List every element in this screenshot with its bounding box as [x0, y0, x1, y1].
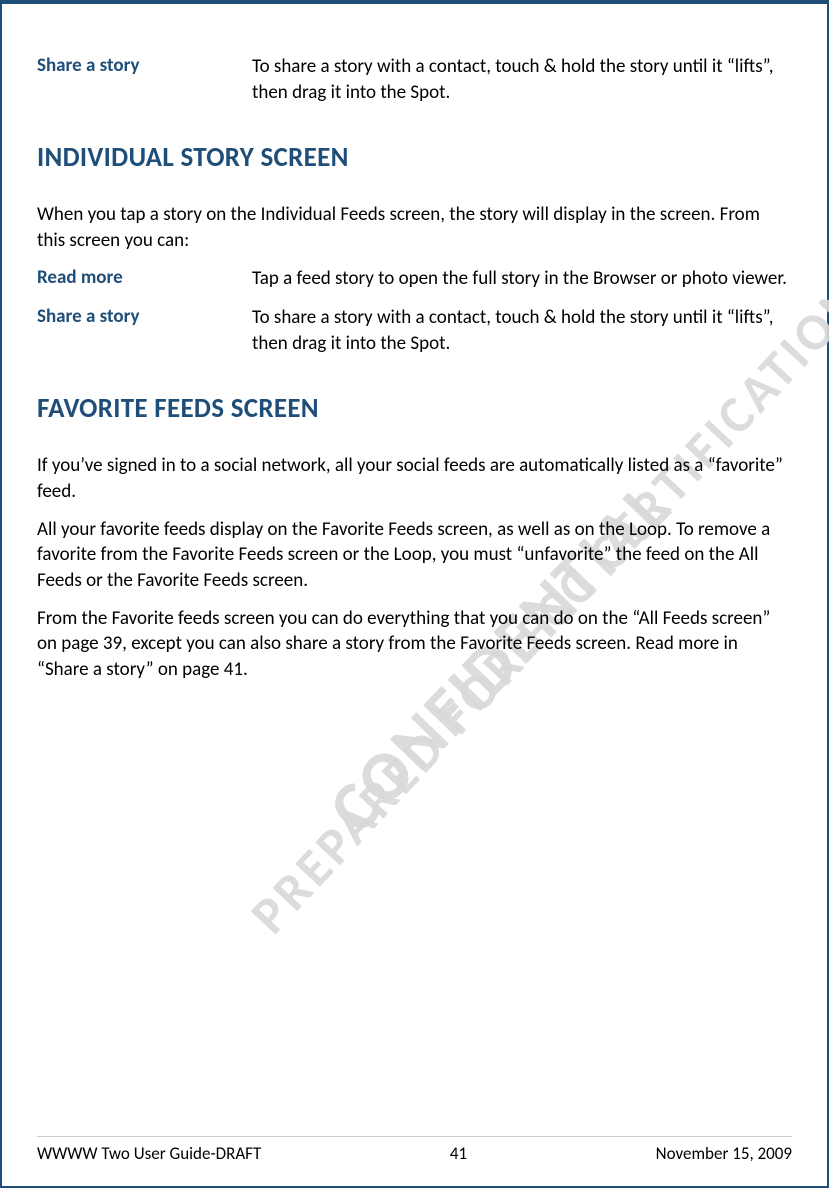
footer-page-number: 41: [450, 1143, 467, 1164]
definition-description: To share a story with a contact, touch &…: [252, 305, 792, 356]
definition-row: Read more Tap a feed story to open the f…: [37, 266, 792, 292]
definition-row: Share a story To share a story with a co…: [37, 54, 792, 105]
definition-term: Read more: [37, 266, 252, 292]
definition-description: To share a story with a contact, touch &…: [252, 54, 792, 105]
paragraph: If you’ve signed in to a social network,…: [37, 453, 792, 504]
definition-description: Tap a feed story to open the full story …: [252, 266, 792, 292]
paragraph: When you tap a story on the Individual F…: [37, 202, 792, 253]
section-heading: INDIVIDUAL STORY SCREEN: [37, 141, 792, 174]
definition-term: Share a story: [37, 305, 252, 356]
footer-right: November 15, 2009: [656, 1143, 792, 1164]
page-content: Share a story To share a story with a co…: [37, 54, 792, 683]
footer-left: WWWW Two User Guide-DRAFT: [37, 1143, 261, 1164]
document-page: CONFIDENTIAL PREPARED FOR FCC CERTIFICAT…: [0, 0, 829, 1188]
page-footer: WWWW Two User Guide-DRAFT 41 November 15…: [37, 1136, 792, 1164]
definition-term: Share a story: [37, 54, 252, 105]
paragraph: All your favorite feeds display on the F…: [37, 517, 792, 594]
definition-row: Share a story To share a story with a co…: [37, 305, 792, 356]
paragraph: From the Favorite feeds screen you can d…: [37, 606, 792, 683]
section-heading: FAVORITE FEEDS SCREEN: [37, 392, 792, 425]
